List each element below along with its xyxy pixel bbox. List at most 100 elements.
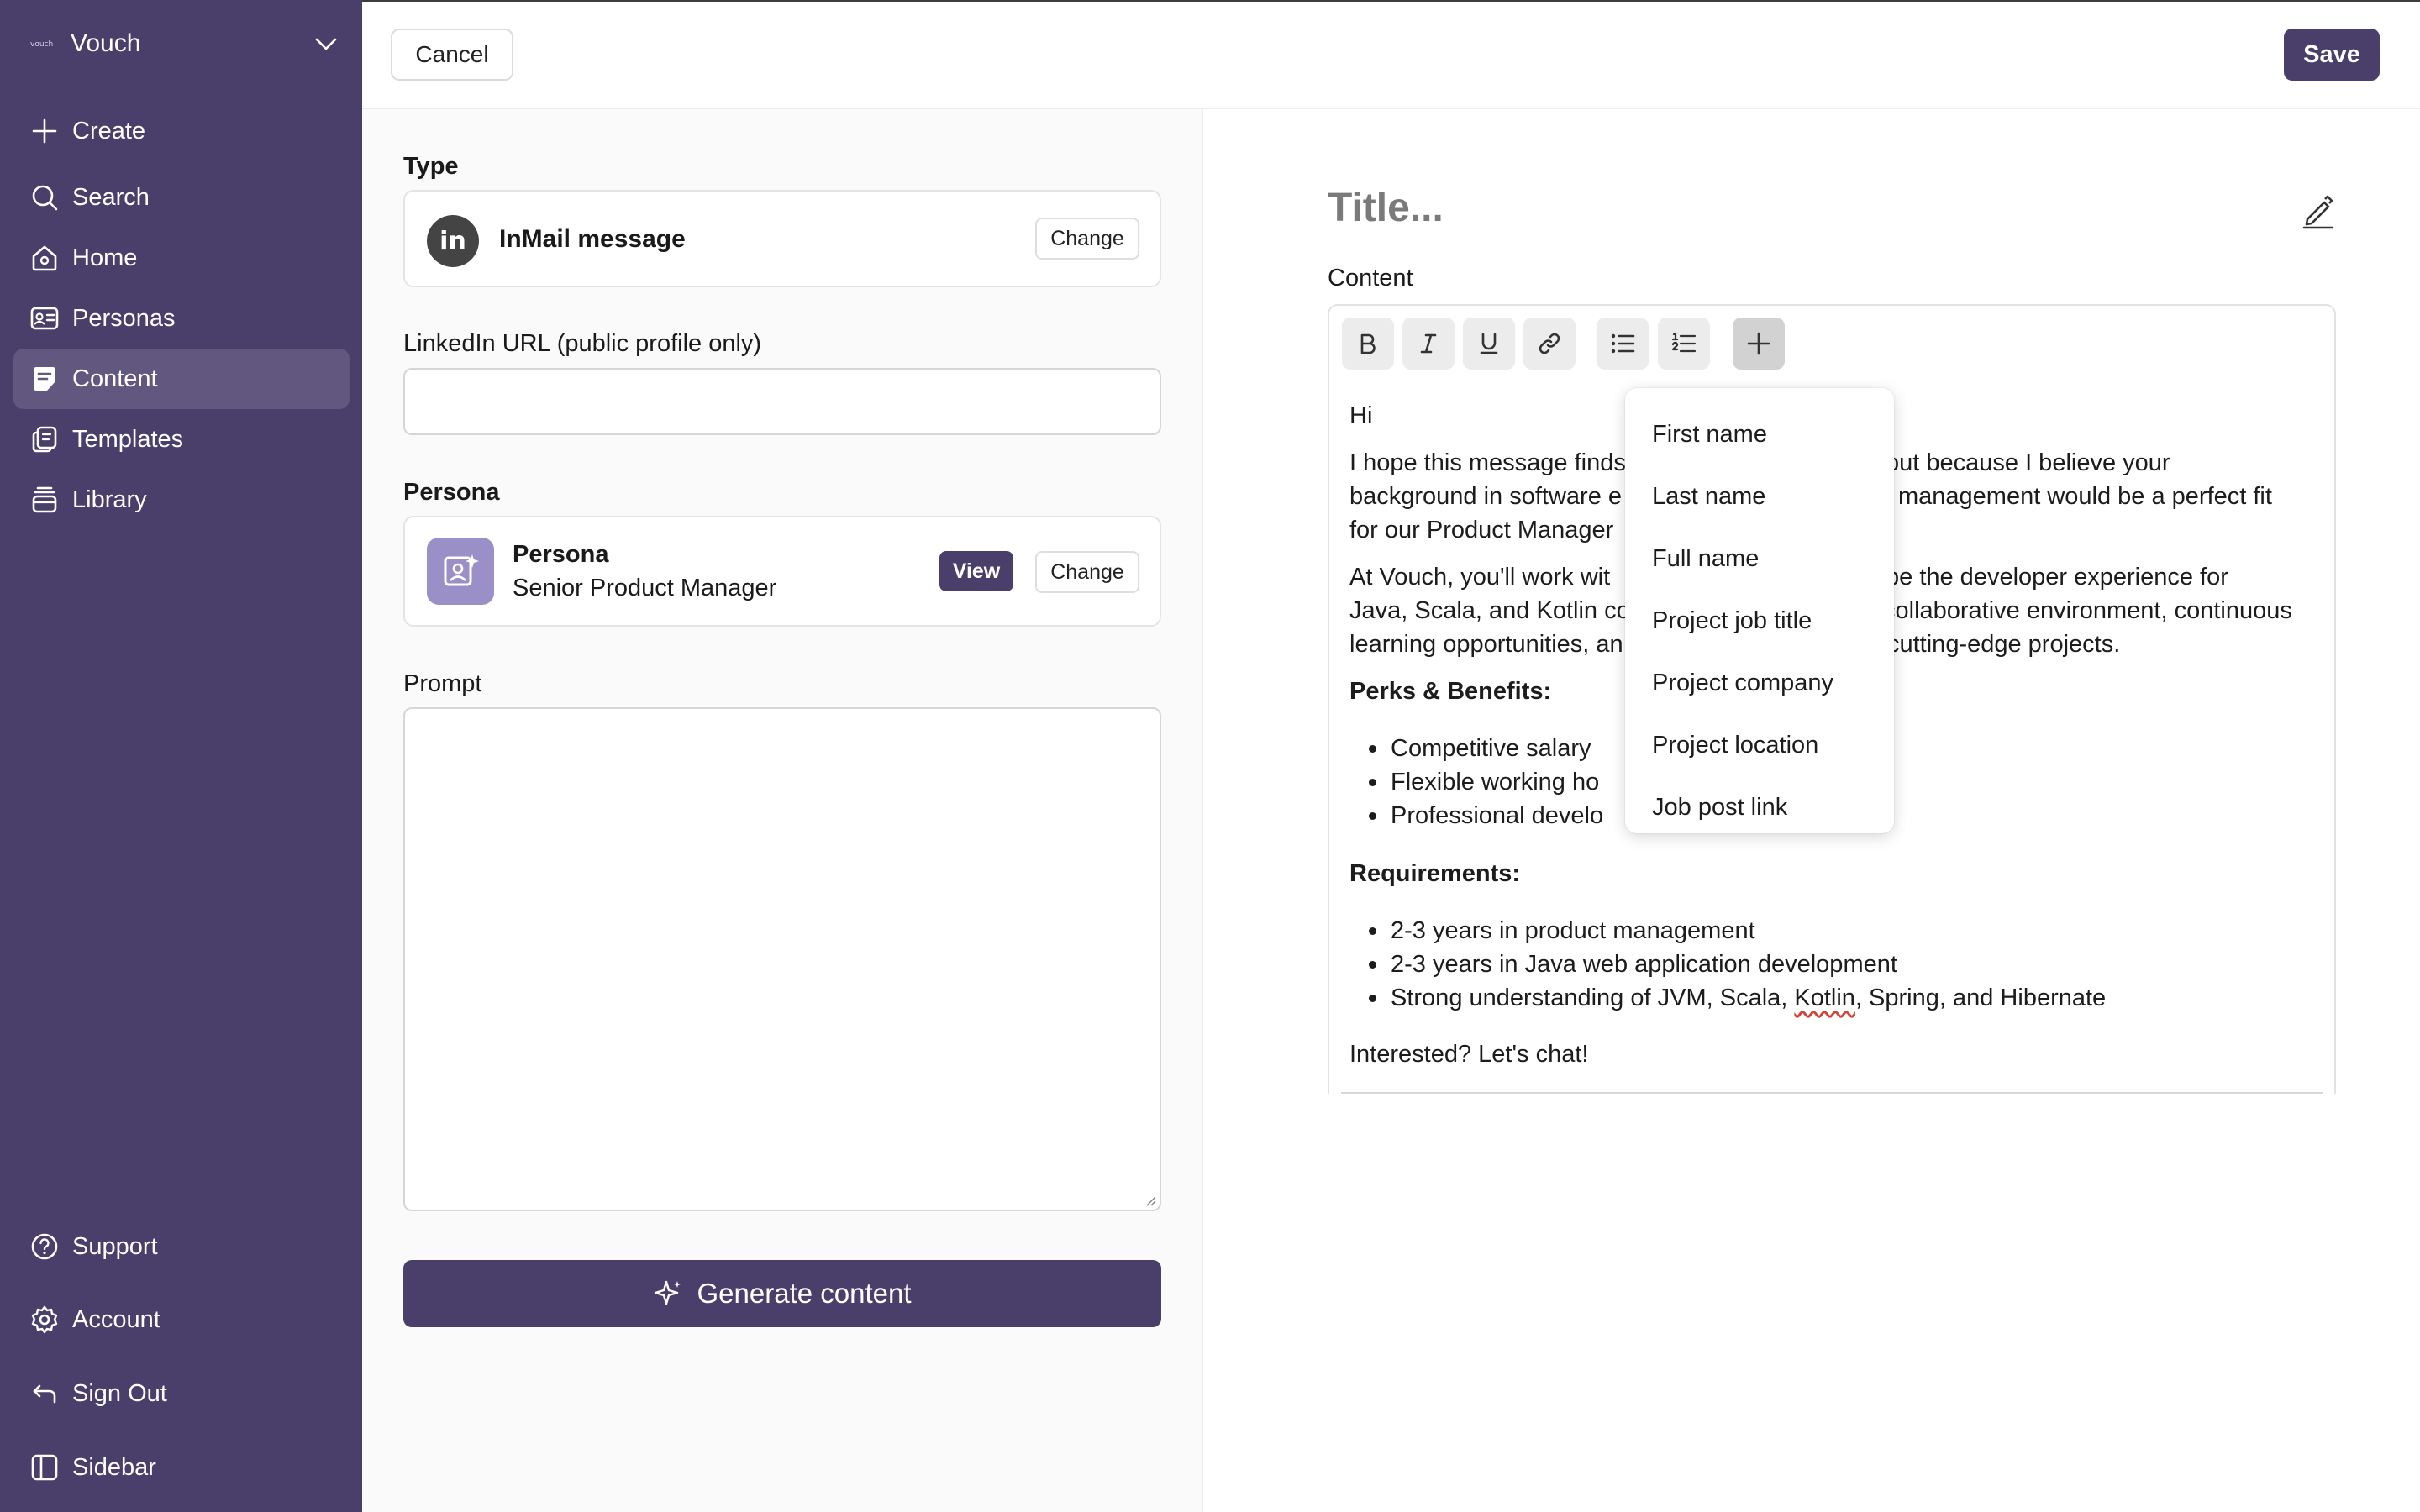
persona-label: Persona [403,479,500,506]
paragraph-line: cutting-edge projects. [1887,631,2121,658]
sidebar-item-label: Library [72,486,147,513]
sparkle-icon [653,1278,683,1309]
sidebar-item-support[interactable]: Support [13,1216,350,1277]
underline-button[interactable] [1463,318,1515,370]
menu-item-job-post-link[interactable]: Job post link [1625,776,1894,838]
insert-variable-button[interactable] [1733,318,1785,370]
bullet-list-button[interactable] [1597,318,1649,370]
linkedin-url-input[interactable] [403,368,1161,435]
plus-icon [29,115,60,147]
generate-content-button[interactable]: Generate content [403,1260,1161,1327]
templates-icon [29,423,60,455]
sidebar-item-label: Sign Out [72,1379,167,1407]
sidebar-item-label: Account [72,1305,160,1333]
sidebar-item-home[interactable]: Home [13,228,350,288]
vouch-logo-icon: vouch [29,31,54,56]
sign-out-icon [29,1378,60,1410]
id-card-icon [29,302,60,334]
type-card: in InMail message Change [403,190,1161,287]
perks-heading: Perks & Benefits: [1349,678,1552,705]
menu-item-first-name[interactable]: First name [1625,403,1894,465]
sidebar-item-personas[interactable]: Personas [13,288,350,349]
sidebar-toggle-icon [29,1452,60,1483]
workspace-switcher[interactable]: vouch Vouch [29,20,339,67]
numbered-list-icon [1671,332,1697,355]
paragraph-line: I hope this message finds [1349,449,1626,476]
numbered-list-button[interactable] [1658,318,1710,370]
sidebar-item-sidebar[interactable]: Sidebar [13,1437,350,1498]
view-persona-button[interactable]: View [939,551,1013,591]
change-persona-button[interactable]: Change [1035,551,1139,593]
greeting-text: Hi [1349,402,1373,429]
plus-icon [1746,331,1771,356]
paragraph-line: management would be a perfect fit [1898,483,2272,510]
bullet-list-icon [1610,333,1635,354]
sidebar-item-search[interactable]: Search [13,167,350,228]
list-item: Professional develo [1368,799,1603,832]
sidebar-item-label: Create [72,117,146,144]
list-item: Competitive salary [1369,732,1591,765]
sidebar-item-templates[interactable]: Templates [13,409,350,470]
help-icon [29,1231,60,1263]
underline-icon [1479,333,1499,354]
closing-text: Interested? Let's chat! [1349,1041,1589,1068]
italic-button[interactable] [1402,318,1455,370]
persona-avatar-icon [427,538,494,605]
home-icon [29,242,60,274]
link-button[interactable] [1523,318,1576,370]
sidebar-item-label: Content [72,365,158,392]
requirements-heading: Requirements: [1349,860,1521,887]
sidebar-item-create[interactable]: Create [13,101,350,161]
content-label: Content [1328,265,1413,291]
document-icon [29,363,60,395]
sidebar-item-library[interactable]: Library [13,470,350,530]
menu-item-project-location[interactable]: Project location [1625,714,1894,776]
sidebar-item-label: Personas [72,304,176,332]
bold-button[interactable] [1342,318,1394,370]
italic-icon [1418,333,1439,354]
cancel-button[interactable]: Cancel [391,29,513,81]
pencil-icon[interactable] [2299,192,2338,230]
paragraph-line: out because I believe your [1886,449,2170,476]
paragraph-line: collaborative environment, continuous [1883,597,2292,624]
chevron-down-icon [313,30,339,57]
type-value: InMail message [499,225,686,253]
svg-text:vouch: vouch [30,40,53,49]
paragraph-line: for our Product Manager [1349,517,1614,543]
sidebar-item-label: Search [72,183,150,211]
save-button[interactable]: Save [2284,29,2380,81]
change-type-button[interactable]: Change [1035,218,1139,260]
list-item: 2-3 years in product management [1369,914,1755,948]
sidebar-item-label: Sidebar [72,1453,156,1481]
sidebar-item-label: Home [72,244,138,271]
type-label: Type [403,153,459,180]
link-icon [1537,331,1562,356]
menu-item-project-company[interactable]: Project company [1625,652,1894,714]
menu-item-last-name[interactable]: Last name [1625,465,1894,528]
library-icon [29,484,60,516]
title-input[interactable]: Title... [1328,185,1444,231]
sidebar-item-label: Support [72,1232,158,1260]
sidebar-item-account[interactable]: Account [13,1289,350,1350]
persona-title: Persona [513,541,609,568]
bold-icon [1358,333,1378,354]
sidebar-item-content[interactable]: Content [13,349,350,409]
paragraph-line: pe the developer experience for [1886,564,2228,591]
menu-item-full-name[interactable]: Full name [1625,528,1894,590]
list-item: 2-3 years in Java web application develo… [1369,948,1897,981]
generation-form: Type in InMail message Change LinkedIn U… [362,109,1203,1512]
prompt-label: Prompt [403,670,482,697]
misspelled-word[interactable]: Kotlin [1794,984,1855,1011]
prompt-textarea[interactable] [403,707,1161,1211]
sidebar-item-label: Templates [72,425,184,453]
persona-card: Persona Senior Product Manager View Chan… [403,516,1161,627]
generate-content-label: Generate content [697,1278,912,1309]
resize-handle-icon[interactable] [1143,1193,1156,1206]
linkedin-url-label: LinkedIn URL (public profile only) [403,330,762,357]
paragraph-line: At Vouch, you'll work wit [1349,564,1611,591]
insert-variable-menu: First name Last name Full name Project j… [1625,388,1894,833]
paragraph-line: background in software e [1349,483,1623,510]
sidebar-item-sign-out[interactable]: Sign Out [13,1363,350,1424]
sidebar: vouch Vouch Create Search Home Personas … [0,0,362,1512]
menu-item-project-job-title[interactable]: Project job title [1625,590,1894,652]
